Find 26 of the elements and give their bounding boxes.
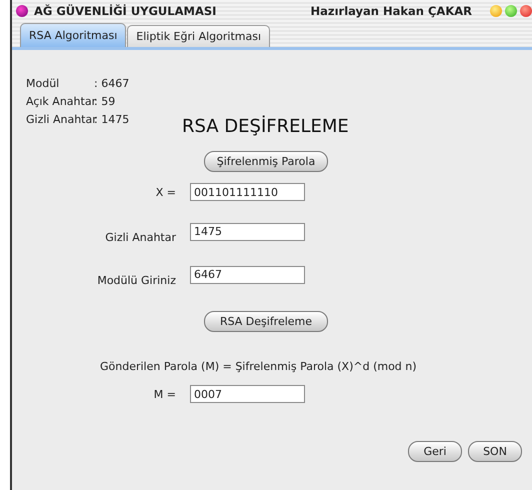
formula-text: Gönderilen Parola (M) = Şifrelenmiş Parola (X)^d (mod n): [100, 360, 418, 373]
footer-button[interactable]: SON: [468, 441, 522, 462]
input-field[interactable]: 1475: [190, 222, 305, 240]
input-field[interactable]: 6467: [190, 266, 305, 284]
author-label: Hazırlayan Hakan ÇAKAR: [310, 4, 472, 18]
field-label: X =: [154, 186, 176, 198]
decrypt-button[interactable]: RSA Deşifreleme: [204, 311, 328, 332]
close-button[interactable]: [520, 5, 532, 17]
tab[interactable]: Eliptik Eğri Algoritması: [127, 25, 270, 47]
footer-button[interactable]: Geri: [408, 441, 462, 462]
field-label: Modülü Giriniz: [96, 274, 176, 287]
window-title: AĞ GÜVENLİĞİ UYGULAMASI: [34, 4, 216, 18]
encrypted-password-button[interactable]: Şifrelenmiş Parola: [204, 151, 328, 172]
maximize-button[interactable]: [505, 5, 517, 17]
info-value: : 59: [94, 94, 116, 108]
window-icon: [16, 5, 28, 17]
minimize-button[interactable]: [490, 5, 502, 17]
input-field[interactable]: 001101111110: [190, 183, 305, 201]
tab[interactable]: RSA Algoritması: [20, 23, 126, 47]
field-label: Gizli Anahtar: [104, 231, 176, 244]
heading: RSA DEŞİFRELEME: [182, 116, 350, 137]
result-field[interactable]: 0007: [190, 385, 305, 403]
info-label: Modül: [26, 76, 60, 90]
field-label: M =: [152, 388, 176, 400]
info-value: : 6467: [94, 76, 130, 90]
info-label: Açık Anahtar: [26, 94, 94, 108]
